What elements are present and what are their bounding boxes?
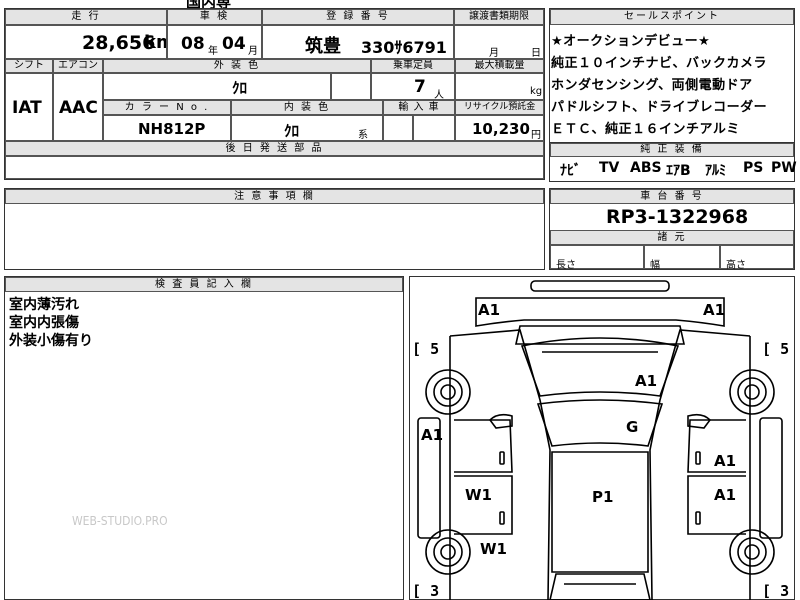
damage-marker: A1 [421,426,444,444]
tire-front-right: [ 5 [762,340,790,358]
damage-marker: A1 [703,301,726,319]
damage-marker: W1 [480,540,507,558]
damage-marker: G [626,418,639,436]
car-diagram [417,280,783,600]
tire-rear-right-value: 3 [780,582,790,600]
damage-marker: A1 [714,452,737,470]
tire-front-right-value: 5 [780,340,790,358]
damage-marker: P1 [592,488,614,506]
tire-front-left: [ 5 [412,340,440,358]
damage-marker: A1 [635,372,658,390]
tire-rear-left: [ 3 [412,582,440,600]
tire-rear-left-value: 3 [430,582,440,600]
damage-marker: W1 [465,486,492,504]
tire-rear-right: [ 3 [762,582,790,600]
tire-front-left-value: 5 [430,340,440,358]
damage-marker: A1 [714,486,737,504]
damage-marker: A1 [478,301,501,319]
